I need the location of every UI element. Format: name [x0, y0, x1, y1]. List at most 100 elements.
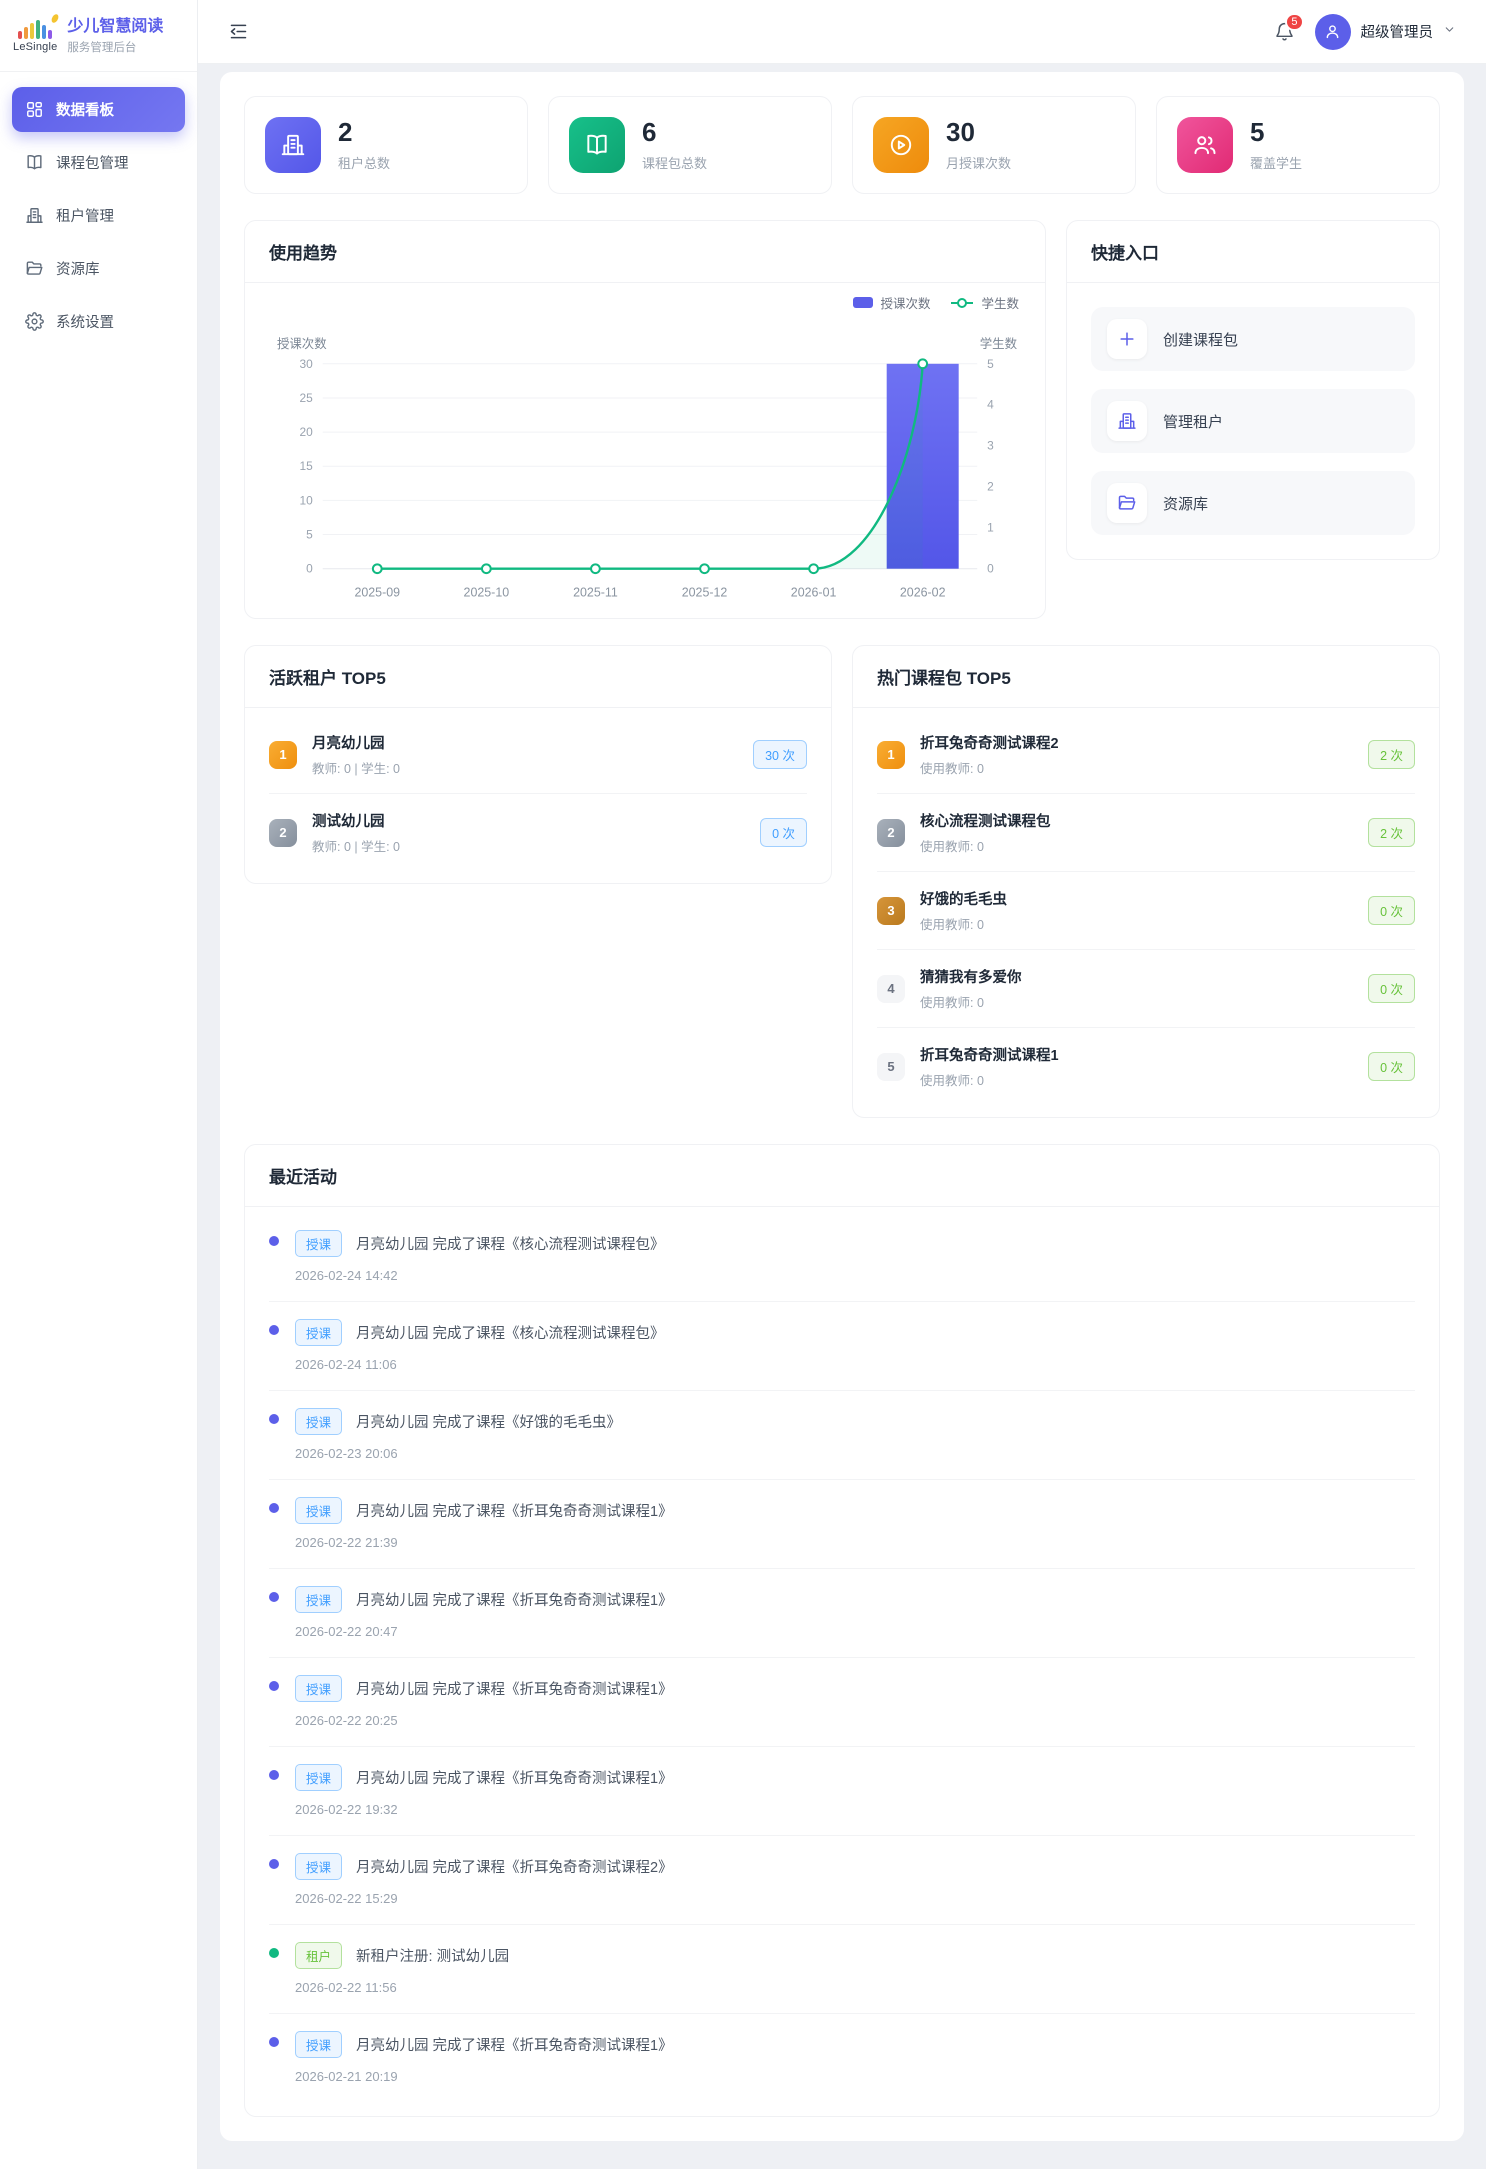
top5-row: 活跃租户 TOP5 1月亮幼儿园教师: 0 | 学生: 030 次2测试幼儿园教…	[244, 645, 1440, 1118]
rank-texts: 折耳兔奇奇测试课程2使用教师: 0	[920, 732, 1059, 777]
stat-texts: 2租户总数	[338, 118, 390, 173]
activity-content: 授课月亮幼儿园 完成了课程《折耳兔奇奇测试课程1》 2026-02-22 20:4…	[295, 1586, 673, 1639]
sidebar-item-label: 资源库	[56, 258, 100, 279]
brand-logo-icon: LeSingle	[13, 19, 57, 53]
activity-dot-icon	[269, 2037, 279, 2047]
building-icon	[1107, 401, 1147, 441]
activity-row: 租户新租户注册: 测试幼儿园2026-02-22 11:56	[269, 1925, 1415, 2014]
activity-content: 授课月亮幼儿园 完成了课程《好饿的毛毛虫》 2026-02-23 20:06	[295, 1408, 621, 1461]
list-item[interactable]: 2测试幼儿园教师: 0 | 学生: 00 次	[269, 794, 807, 871]
rank-badge: 2	[269, 819, 297, 847]
list-item[interactable]: 1月亮幼儿园教师: 0 | 学生: 030 次	[269, 716, 807, 794]
item-meta: 教师: 0 | 学生: 0	[312, 836, 400, 855]
activity-line: 授课月亮幼儿园 完成了课程《折耳兔奇奇测试课程1》	[295, 1586, 673, 1613]
legend-line-label: 学生数	[981, 293, 1019, 312]
user-menu[interactable]: 超级管理员	[1315, 14, 1457, 50]
rank-texts: 猜猜我有多爱你使用教师: 0	[920, 966, 1022, 1011]
activity-tag: 授课	[295, 1497, 342, 1524]
sidebar-collapse-icon[interactable]	[228, 21, 249, 42]
rank-badge: 4	[877, 975, 905, 1003]
activity-tag: 授课	[295, 1586, 342, 1613]
list-item[interactable]: 5折耳兔奇奇测试课程1使用教师: 00 次	[877, 1028, 1415, 1105]
activity-line: 租户新租户注册: 测试幼儿园	[295, 1942, 509, 1969]
rank-badge: 2	[877, 819, 905, 847]
stat-texts: 5覆盖学生	[1250, 118, 1302, 173]
count-badge: 0 次	[1368, 1052, 1415, 1081]
activity-row: 授课月亮幼儿园 完成了课程《核心流程测试课程包》2026-02-24 11:06	[269, 1302, 1415, 1391]
activity-time: 2026-02-23 20:06	[295, 1446, 621, 1461]
item-name: 猜猜我有多爱你	[920, 966, 1022, 987]
quick-entry-card: 快捷入口 创建课程包管理租户资源库	[1066, 220, 1440, 560]
stat-card-book: 6课程包总数	[548, 96, 832, 194]
stat-value: 2	[338, 118, 390, 147]
activity-content: 租户新租户注册: 测试幼儿园2026-02-22 11:56	[295, 1942, 509, 1995]
quick-entry-plus-button[interactable]: 创建课程包	[1091, 307, 1415, 371]
activity-time: 2026-02-22 20:47	[295, 1624, 673, 1639]
activity-row: 授课月亮幼儿园 完成了课程《好饿的毛毛虫》 2026-02-23 20:06	[269, 1391, 1415, 1480]
stat-texts: 30月授课次数	[946, 118, 1011, 173]
activity-time: 2026-02-22 19:32	[295, 1802, 673, 1817]
activity-row: 授课月亮幼儿园 完成了课程《折耳兔奇奇测试课程1》2026-02-22 20:2…	[269, 1658, 1415, 1747]
building-icon	[265, 117, 321, 173]
dashboard-icon	[25, 100, 44, 119]
stat-value: 5	[1250, 118, 1302, 147]
activity-content: 授课月亮幼儿园 完成了课程《折耳兔奇奇测试课程1》 2026-02-22 19:3…	[295, 1764, 673, 1817]
sidebar-item-label: 系统设置	[56, 311, 114, 332]
activity-line: 授课月亮幼儿园 完成了课程《折耳兔奇奇测试课程2》	[295, 1853, 673, 1880]
activity-line: 授课月亮幼儿园 完成了课程《好饿的毛毛虫》	[295, 1408, 621, 1435]
main-area: 5 超级管理员 2租户总数 6课程包总数 30月授课次数 5覆盖学生	[198, 0, 1486, 2169]
svg-text:2025-12: 2025-12	[682, 586, 728, 600]
sidebar-item-dashboard[interactable]: 数据看板	[12, 87, 185, 132]
bar-series-swatch-icon	[853, 297, 873, 308]
activity-dot-icon	[269, 1770, 279, 1780]
activity-content: 授课月亮幼儿园 完成了课程《核心流程测试课程包》2026-02-24 11:06	[295, 1319, 665, 1372]
svg-text:学生数: 学生数	[980, 336, 1018, 351]
count-badge: 0 次	[1368, 896, 1415, 925]
list-item[interactable]: 2核心流程测试课程包使用教师: 02 次	[877, 794, 1415, 872]
notification-bell-icon[interactable]: 5	[1274, 21, 1295, 42]
activity-content: 授课月亮幼儿园 完成了课程《折耳兔奇奇测试课程2》2026-02-22 15:2…	[295, 1853, 673, 1906]
topbar: 5 超级管理员	[198, 0, 1486, 64]
quick-entry-folder-button[interactable]: 资源库	[1091, 471, 1415, 535]
activity-row: 授课月亮幼儿园 完成了课程《折耳兔奇奇测试课程1》 2026-02-22 21:3…	[269, 1480, 1415, 1569]
quick-entry-building-button[interactable]: 管理租户	[1091, 389, 1415, 453]
svg-text:0: 0	[306, 562, 313, 576]
svg-text:授课次数: 授课次数	[277, 336, 327, 351]
count-badge: 30 次	[753, 740, 807, 769]
sidebar-item-book[interactable]: 课程包管理	[12, 140, 185, 185]
list-item[interactable]: 4猜猜我有多爱你使用教师: 00 次	[877, 950, 1415, 1028]
activity-text: 月亮幼儿园 完成了课程《折耳兔奇奇测试课程1》	[356, 1767, 673, 1788]
list-item[interactable]: 1折耳兔奇奇测试课程2使用教师: 02 次	[877, 716, 1415, 794]
rank-badge: 1	[269, 741, 297, 769]
trend-row: 使用趋势 授课次数 学生数	[244, 220, 1440, 619]
activity-tag: 授课	[295, 1764, 342, 1791]
plus-icon	[1107, 319, 1147, 359]
app-subtitle: 服务管理后台	[67, 39, 163, 55]
activity-tag: 授课	[295, 1675, 342, 1702]
activity-time: 2026-02-22 21:39	[295, 1535, 673, 1550]
item-meta: 使用教师: 0	[920, 1070, 1059, 1089]
list-item[interactable]: 3好饿的毛毛虫使用教师: 00 次	[877, 872, 1415, 950]
activity-text: 月亮幼儿园 完成了课程《折耳兔奇奇测试课程1》	[356, 1500, 673, 1521]
stat-value: 6	[642, 118, 707, 147]
stat-card-people: 5覆盖学生	[1156, 96, 1440, 194]
stat-value: 30	[946, 118, 1011, 147]
activity-dot-icon	[269, 1859, 279, 1869]
svg-text:2026-02: 2026-02	[900, 586, 946, 600]
sidebar-item-gear[interactable]: 系统设置	[12, 299, 185, 344]
play-icon	[873, 117, 929, 173]
activity-row: 授课月亮幼儿园 完成了课程《核心流程测试课程包》2026-02-24 14:42	[269, 1213, 1415, 1302]
activity-text: 月亮幼儿园 完成了课程《折耳兔奇奇测试课程1》	[356, 1589, 673, 1610]
activity-time: 2026-02-22 20:25	[295, 1713, 673, 1728]
active-tenants-card: 活跃租户 TOP5 1月亮幼儿园教师: 0 | 学生: 030 次2测试幼儿园教…	[244, 645, 832, 884]
activity-row: 授课月亮幼儿园 完成了课程《折耳兔奇奇测试课程1》 2026-02-22 19:3…	[269, 1747, 1415, 1836]
hot-packages-card: 热门课程包 TOP5 1折耳兔奇奇测试课程2使用教师: 02 次2核心流程测试课…	[852, 645, 1440, 1118]
dashboard-content: 2租户总数6课程包总数30月授课次数5覆盖学生 使用趋势 授课次数	[220, 72, 1464, 2141]
sidebar-item-building[interactable]: 租户管理	[12, 193, 185, 238]
activity-content: 授课月亮幼儿园 完成了课程《折耳兔奇奇测试课程1》2026-02-22 20:2…	[295, 1675, 673, 1728]
activity-text: 月亮幼儿园 完成了课程《核心流程测试课程包》	[356, 1322, 665, 1343]
activity-dot-icon	[269, 1681, 279, 1691]
item-meta: 使用教师: 0	[920, 914, 1007, 933]
usage-trend-chart: 051015202530012345授课次数学生数2025-092025-102…	[267, 326, 1023, 610]
sidebar-item-folder[interactable]: 资源库	[12, 246, 185, 291]
